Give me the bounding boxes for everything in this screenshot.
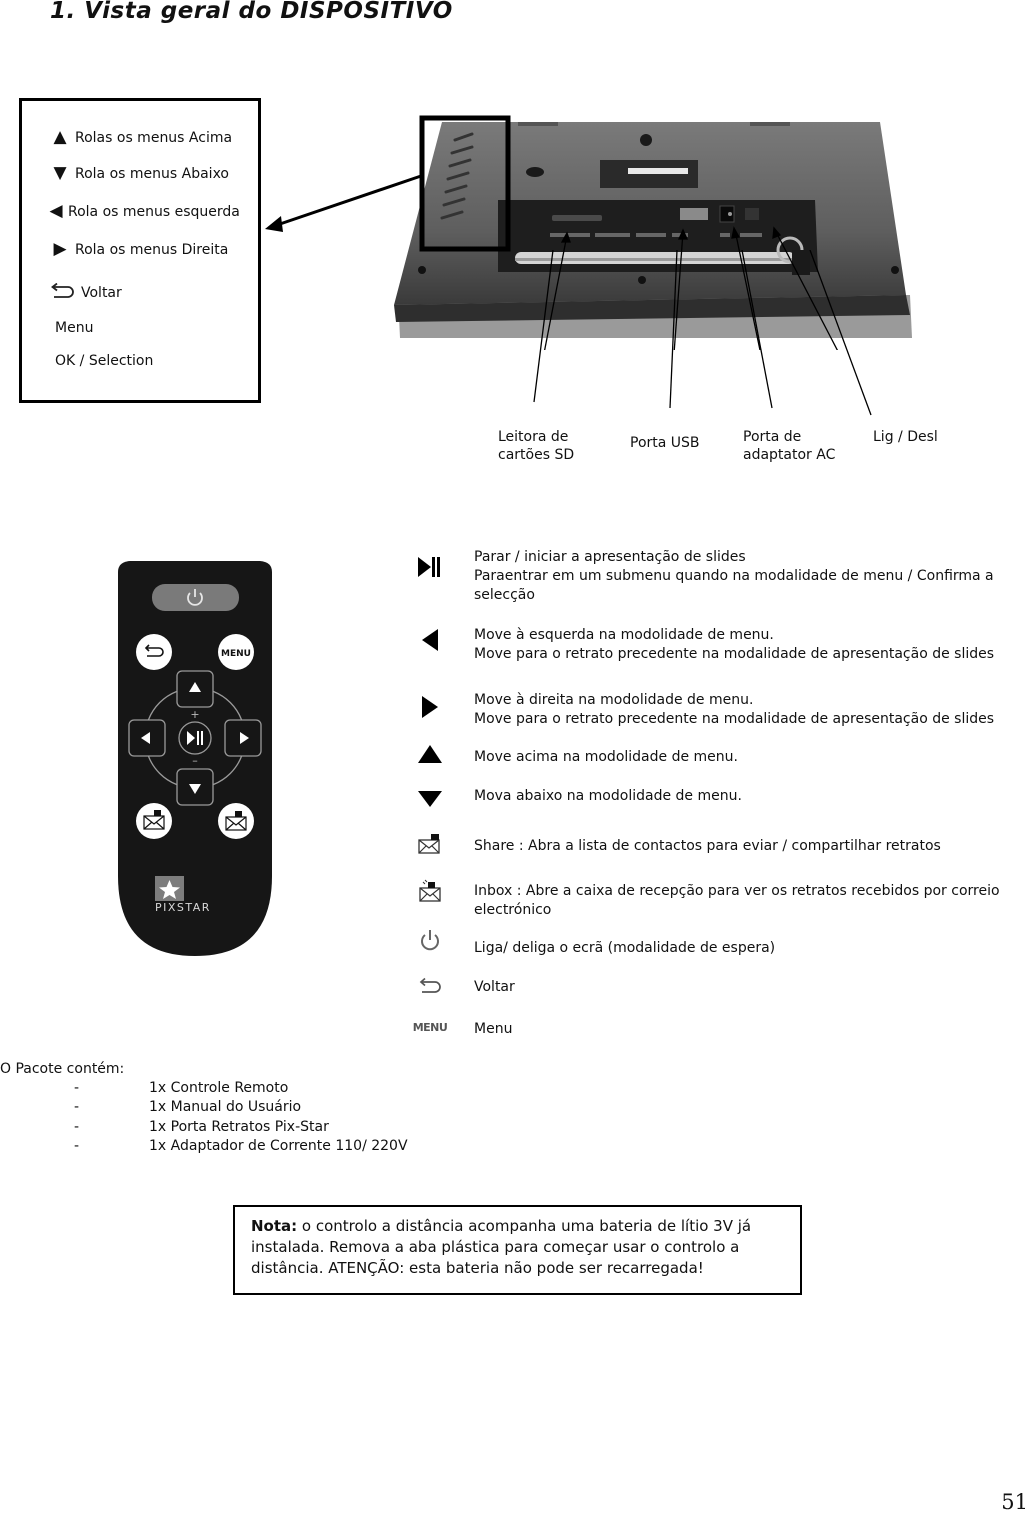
menu-label: MENU bbox=[221, 649, 251, 659]
legend-label: Rola os menus Abaixo bbox=[75, 165, 229, 182]
desc-line: electrónico bbox=[474, 902, 552, 918]
function-description: Move à direita na modolidade de menu. Mo… bbox=[474, 691, 994, 729]
legend-label: Voltar bbox=[81, 285, 122, 301]
desc-line: Move acima na modolidade de menu. bbox=[474, 749, 738, 765]
label-ac-adapter: Porta de adaptator AC bbox=[743, 428, 835, 464]
function-description: Move à esquerda na modolidade de menu. M… bbox=[474, 626, 994, 664]
down-triangle-icon: ▼ bbox=[53, 163, 67, 183]
label-line: adaptator AC bbox=[743, 447, 836, 463]
desc-line: Parar / iniciar a apresentação de slides bbox=[474, 549, 746, 565]
desc-line: Move à esquerda na modolidade de menu. bbox=[474, 627, 774, 643]
label-line: Porta de bbox=[743, 429, 802, 445]
legend-label: OK / Selection bbox=[55, 353, 154, 369]
left-triangle-icon: ◀ bbox=[49, 201, 63, 221]
legend-item-menu: Menu bbox=[55, 320, 93, 336]
legend-item-back: Voltar bbox=[50, 282, 122, 303]
share-envelope-icon bbox=[410, 833, 450, 859]
package-item: 1x Manual do Usuário bbox=[149, 1099, 302, 1115]
play-pause-icon bbox=[410, 556, 450, 582]
left-triangle-icon bbox=[410, 628, 450, 656]
power-icon bbox=[410, 928, 450, 956]
desc-line: Move para o retrato precedente na modali… bbox=[474, 711, 995, 727]
legend-label: Rolas os menus Acima bbox=[75, 129, 233, 146]
function-description: Liga/ deliga o ecrã (modalidade de esper… bbox=[474, 939, 775, 958]
remote-share-button bbox=[136, 803, 172, 839]
bullet: - bbox=[74, 1080, 80, 1096]
desc-line: Voltar bbox=[474, 979, 515, 995]
right-triangle-icon bbox=[410, 695, 450, 723]
function-description: Mova abaixo na modolidade de menu. bbox=[474, 787, 742, 806]
desc-line: selecção bbox=[474, 587, 535, 603]
desc-line: Move à direita na modolidade de menu. bbox=[474, 692, 754, 708]
function-description: Voltar bbox=[474, 978, 515, 997]
legend-item-right: ▶ Rola os menus Direita bbox=[50, 241, 228, 258]
label-sd-reader: Leitora de cartões SD bbox=[498, 428, 574, 464]
note-text: o controlo a distância acompanha uma bat… bbox=[251, 1217, 752, 1277]
inbox-envelope-icon bbox=[410, 879, 450, 907]
plus-label: + bbox=[190, 708, 199, 721]
label-usb-port: Porta USB bbox=[630, 434, 700, 452]
package-item: 1x Controle Remoto bbox=[149, 1080, 289, 1096]
remote-inbox-button bbox=[218, 803, 254, 839]
up-triangle-icon bbox=[410, 744, 450, 768]
legend-item-up: ▲ Rolas os menus Acima bbox=[50, 129, 232, 146]
legend-item-ok: OK / Selection bbox=[55, 353, 153, 369]
function-description: Inbox : Abre a caixa de recepção para ve… bbox=[474, 882, 1000, 920]
device-buttons-legend: ▲ Rolas os menus Acima ▼ Rola os menus A… bbox=[19, 98, 261, 403]
legend-item-left: ◀ Rola os menus esquerda bbox=[48, 201, 240, 221]
brand-label: PIXSTAR bbox=[155, 901, 211, 914]
desc-line: Inbox : Abre a caixa de recepção para ve… bbox=[474, 883, 1000, 899]
legend-label: Rola os menus esquerda bbox=[68, 203, 240, 220]
remote-back-button bbox=[136, 634, 172, 670]
function-description: Parar / iniciar a apresentação de slides… bbox=[474, 548, 994, 605]
note-box: Nota: o controlo a distância acompanha u… bbox=[233, 1205, 802, 1295]
legend-label: Menu bbox=[55, 320, 94, 336]
bullet: - bbox=[74, 1099, 80, 1115]
package-item: 1x Adaptador de Corrente 110/ 220V bbox=[149, 1138, 408, 1154]
package-item: 1x Porta Retratos Pix-Star bbox=[149, 1119, 329, 1135]
label-line: cartões SD bbox=[498, 447, 575, 463]
package-title: O Pacote contém: bbox=[0, 1061, 125, 1077]
legend-label: Rola os menus Direita bbox=[75, 241, 229, 258]
back-arrow-icon bbox=[50, 282, 74, 303]
page-number: 51 bbox=[1001, 1490, 1028, 1514]
desc-line: Menu bbox=[474, 1021, 513, 1037]
port-leader-lines bbox=[533, 250, 872, 416]
page-title: 1. Vista geral do DISPOSITIVO bbox=[50, 0, 453, 24]
menu-icon: MENU bbox=[412, 1021, 448, 1034]
label-line: Lig / Desl bbox=[873, 429, 938, 445]
function-description: Share : Abra a lista de contactos para e… bbox=[474, 837, 941, 856]
desc-line: Move para o retrato precedente na modali… bbox=[474, 646, 995, 662]
down-triangle-icon bbox=[410, 790, 450, 812]
desc-line: Mova abaixo na modolidade de menu. bbox=[474, 788, 742, 804]
label-line: Leitora de bbox=[498, 429, 569, 445]
package-list: - 1x Controle Remoto - 1x Manual do Usuá… bbox=[0, 1080, 500, 1170]
remote-control-image: MENU + – PIXSTAR bbox=[118, 561, 272, 956]
minus-label: – bbox=[192, 754, 198, 767]
label-line: Porta USB bbox=[630, 435, 700, 451]
bullet: - bbox=[74, 1138, 80, 1154]
note-label: Nota: bbox=[251, 1217, 298, 1235]
desc-line: Share : Abra a lista de contactos para e… bbox=[474, 838, 941, 854]
up-triangle-icon: ▲ bbox=[53, 127, 67, 147]
label-power-switch: Lig / Desl bbox=[873, 428, 938, 446]
function-description: Menu bbox=[474, 1020, 512, 1039]
function-description: Move acima na modolidade de menu. bbox=[474, 748, 738, 767]
legend-item-down: ▼ Rola os menus Abaixo bbox=[50, 165, 229, 182]
back-arrow-icon bbox=[410, 977, 450, 999]
bullet: - bbox=[74, 1119, 80, 1135]
desc-line: Liga/ deliga o ecrã (modalidade de esper… bbox=[474, 940, 776, 956]
remote-power-button bbox=[152, 584, 239, 611]
desc-line: Paraentrar em um submenu quando na modal… bbox=[474, 568, 994, 584]
right-triangle-icon: ▶ bbox=[53, 239, 67, 259]
